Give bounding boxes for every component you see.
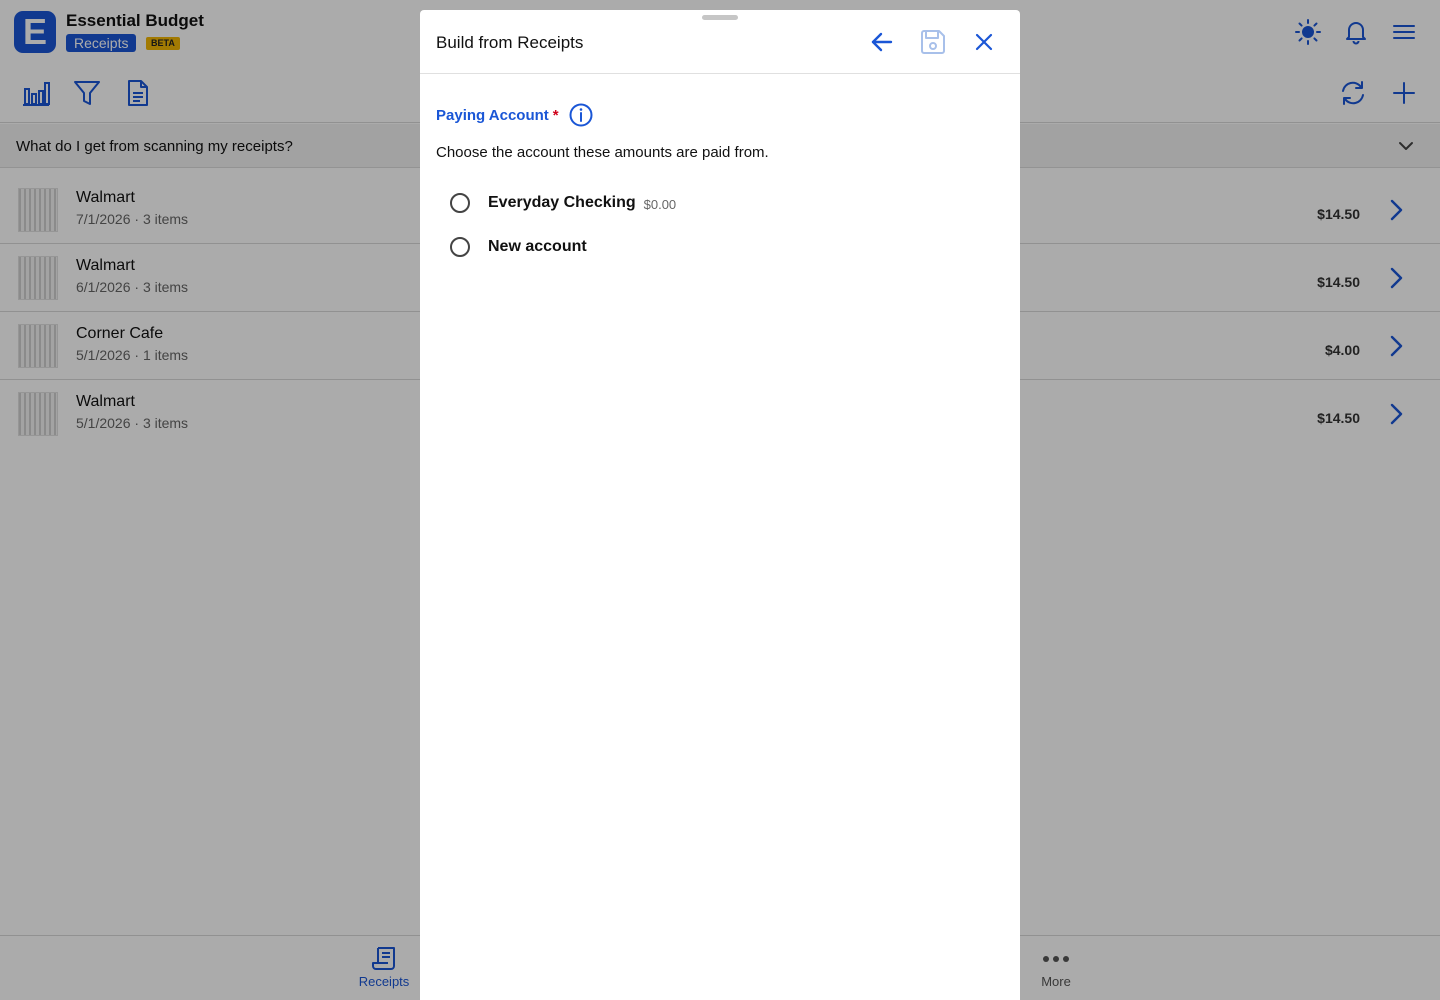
info-icon — [569, 103, 593, 127]
account-option-label: Everyday Checking — [488, 194, 636, 211]
paying-account-label: Paying Account * — [436, 107, 559, 124]
radio-button[interactable] — [450, 237, 470, 257]
paying-account-info-button[interactable] — [568, 102, 594, 128]
radio-button[interactable] — [450, 193, 470, 213]
sheet-header: Build from Receipts — [420, 10, 1020, 74]
paying-account-help: Choose the account these amounts are pai… — [436, 144, 769, 161]
account-option-balance: $0.00 — [643, 196, 677, 212]
required-marker: * — [552, 107, 559, 124]
sheet-title: Build from Receipts — [436, 33, 584, 52]
account-option-new-account[interactable]: New account — [450, 231, 587, 263]
close-icon — [975, 33, 993, 51]
save-button[interactable] — [917, 26, 949, 58]
back-button[interactable] — [866, 26, 898, 58]
arrow-left-icon — [871, 32, 893, 52]
paying-account-label-text: Paying Account — [436, 107, 549, 124]
account-option-everyday-checking[interactable]: Everyday Checking $0.00 — [450, 187, 676, 219]
account-option-label: New account — [488, 238, 587, 255]
close-button[interactable] — [968, 26, 1000, 58]
save-icon — [921, 30, 945, 54]
build-from-receipts-sheet: Build from Receipts Paying Account * Cho… — [420, 10, 1020, 1000]
